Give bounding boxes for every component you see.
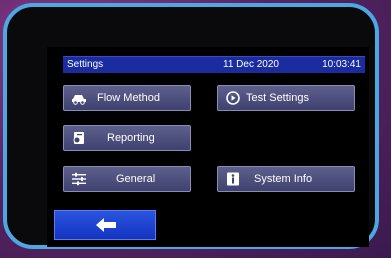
test-settings-button[interactable]: Test Settings xyxy=(217,85,355,111)
arrow-left-icon xyxy=(96,218,116,232)
reporting-button[interactable]: Reporting xyxy=(63,125,191,151)
info-icon xyxy=(227,172,239,186)
reporting-label: Reporting xyxy=(107,132,155,144)
report-icon xyxy=(73,132,84,144)
page-title: Settings xyxy=(67,59,104,70)
general-label: General xyxy=(116,173,156,185)
car-icon xyxy=(72,95,86,105)
date-display: 11 Dec 2020 xyxy=(223,59,279,70)
flow-method-button[interactable]: Flow Method xyxy=(63,85,191,111)
back-button[interactable] xyxy=(54,210,156,240)
time-display: 10:03:41 xyxy=(322,59,361,70)
play-circle-icon xyxy=(226,91,240,105)
system-info-label: System Info xyxy=(254,173,313,185)
title-bar: Settings 11 Dec 2020 10:03:41 xyxy=(63,56,365,73)
general-button[interactable]: General xyxy=(63,166,191,192)
device-bezel: Settings 11 Dec 2020 10:03:41 Flow Metho… xyxy=(3,3,379,249)
flow-method-label: Flow Method xyxy=(97,92,160,104)
screen: Settings 11 Dec 2020 10:03:41 Flow Metho… xyxy=(47,47,369,247)
sliders-icon xyxy=(72,172,86,186)
test-settings-label: Test Settings xyxy=(246,92,309,104)
system-info-button[interactable]: System Info xyxy=(217,166,355,192)
